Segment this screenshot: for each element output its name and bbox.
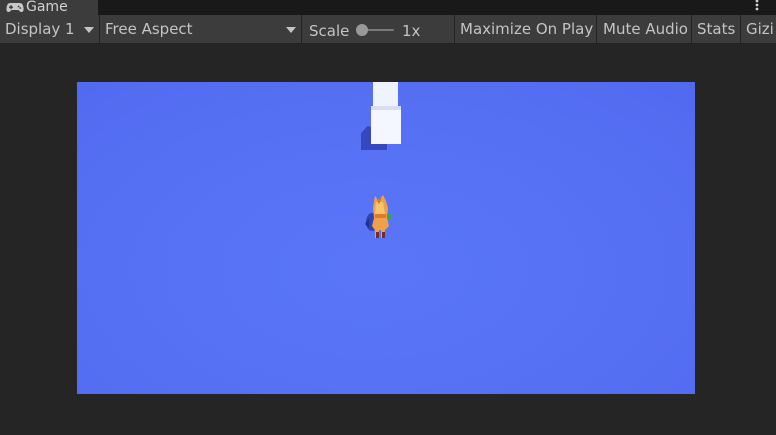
- display-label: Display 1: [5, 20, 75, 38]
- tab-bar: Game: [0, 0, 776, 15]
- display-dropdown[interactable]: Display 1: [0, 15, 99, 43]
- player-character: [365, 195, 391, 238]
- game-toolbar: Display 1 Free Aspect Scale 1x Maximize …: [0, 15, 776, 44]
- mute-audio-label: Mute Audio: [603, 20, 688, 38]
- aspect-label: Free Aspect: [105, 20, 193, 38]
- scale-slider-thumb[interactable]: [356, 24, 368, 36]
- scale-value: 1x: [402, 22, 421, 40]
- gamepad-icon: [6, 1, 26, 15]
- chevron-down-icon: [84, 27, 94, 33]
- maximize-on-play-label: Maximize On Play: [460, 20, 594, 38]
- stats-label: Stats: [697, 20, 736, 38]
- cube-edge: [371, 106, 401, 110]
- game-view-area: [0, 44, 776, 435]
- scale-label: Scale: [309, 21, 350, 40]
- chevron-down-icon: [286, 27, 296, 33]
- tab-game[interactable]: Game: [0, 0, 98, 15]
- maximize-on-play-toggle[interactable]: Maximize On Play: [455, 15, 596, 43]
- aspect-dropdown[interactable]: Free Aspect: [100, 15, 301, 43]
- gizmos-label: Gizi: [746, 20, 774, 38]
- stats-toggle[interactable]: Stats: [692, 15, 740, 43]
- pillar-block: [373, 82, 398, 106]
- kebab-menu-icon[interactable]: [754, 0, 760, 13]
- gizmos-toggle[interactable]: Gizi: [741, 15, 776, 43]
- tab-label: Game: [26, 0, 68, 15]
- game-viewport[interactable]: [77, 82, 695, 394]
- white-cube: [371, 106, 401, 144]
- mute-audio-toggle[interactable]: Mute Audio: [597, 15, 691, 43]
